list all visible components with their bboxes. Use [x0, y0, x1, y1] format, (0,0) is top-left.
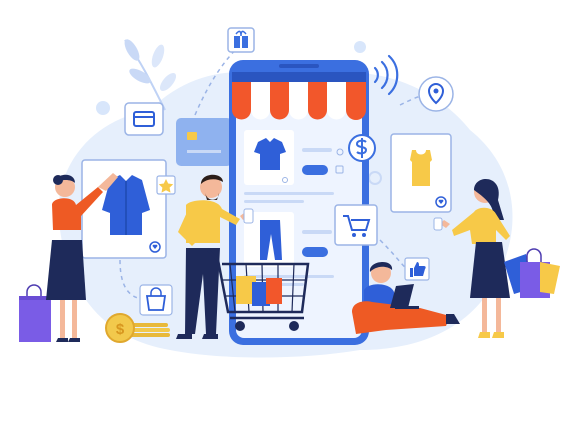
- product-card-tank-top: [390, 133, 452, 213]
- dollar-icon: [348, 134, 376, 162]
- gift-icon: [227, 27, 255, 53]
- illustration-stage: $: [0, 0, 574, 435]
- thumbs-up-icon: [404, 257, 430, 281]
- star-icon: [156, 175, 176, 195]
- shopping-cart-icon: [334, 204, 378, 246]
- location-pin-icon: [418, 76, 454, 112]
- shopping-bag-icon: [19, 284, 51, 342]
- product-card-jacket: [81, 159, 167, 259]
- online-shopping-illustration: $: [19, 27, 560, 358]
- svg-text:$: $: [116, 321, 125, 338]
- wallet-icon: [124, 102, 164, 136]
- bag-icon-box: [139, 284, 173, 316]
- credit-card-icon: [176, 118, 232, 166]
